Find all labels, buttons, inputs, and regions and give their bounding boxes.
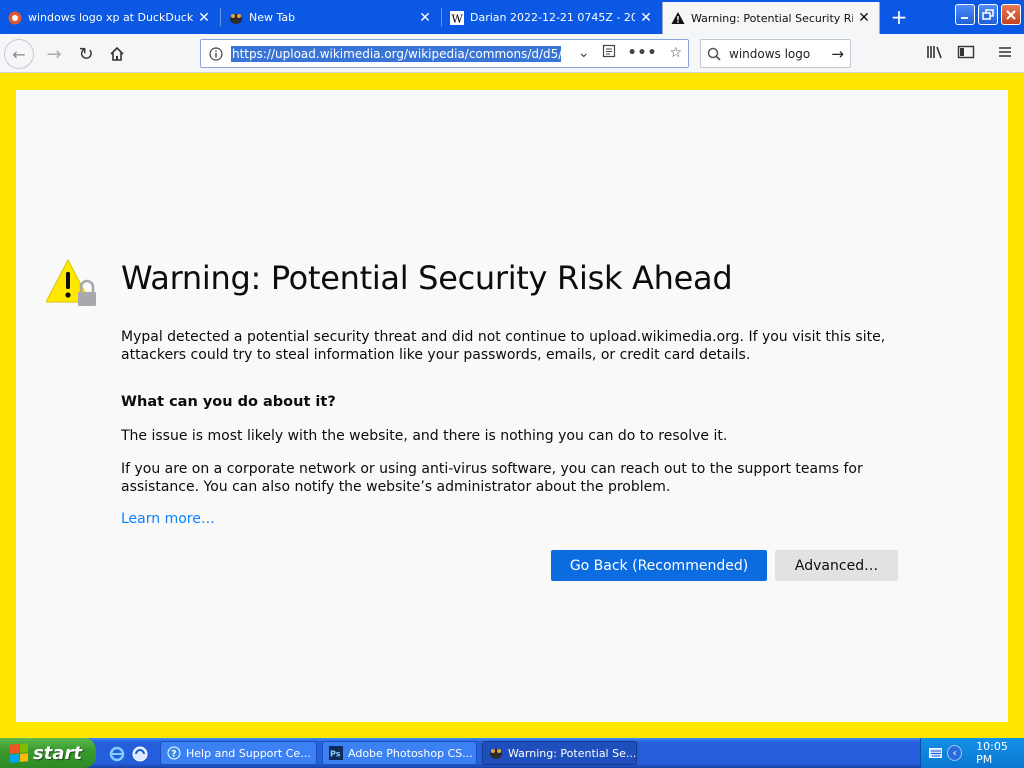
warning-icon xyxy=(671,11,685,25)
new-tab-button[interactable]: + xyxy=(886,5,912,29)
close-icon[interactable]: ✕ xyxy=(418,10,432,26)
support-text: If you are on a corporate network or usi… xyxy=(121,461,863,495)
mypal-icon xyxy=(489,746,503,760)
tab-label: New Tab xyxy=(249,11,296,24)
tab-label: windows logo xp at DuckDuckGo xyxy=(28,11,193,24)
mypal-icon xyxy=(229,11,243,25)
nav-toolbar: ← → ↻ https://upload.wikimedia.org/wikip… xyxy=(0,34,1024,73)
info-icon[interactable] xyxy=(201,46,231,61)
help-icon: ? xyxy=(167,746,181,760)
home-icon xyxy=(110,46,124,61)
error-page: Warning: Potential Security Risk Ahead M… xyxy=(16,90,1008,722)
start-button[interactable]: start xyxy=(0,738,96,768)
task-help-support[interactable]: ? Help and Support Ce... xyxy=(160,741,317,765)
close-icon xyxy=(1006,9,1016,20)
arrow-left-icon: ← xyxy=(12,44,26,64)
page-actions-icon[interactable]: ••• xyxy=(628,45,658,61)
forward-button[interactable]: → xyxy=(40,40,68,68)
svg-text:?: ? xyxy=(171,750,176,760)
tab-label: Darian 2022-12-21 0745Z - 2022 xyxy=(470,11,635,24)
bookmark-star-icon[interactable]: ☆ xyxy=(669,45,682,61)
chevron-left-icon[interactable]: ‹ xyxy=(947,745,963,761)
minimize-button[interactable] xyxy=(955,4,975,25)
search-go-icon[interactable]: → xyxy=(831,45,844,63)
home-button[interactable] xyxy=(103,40,131,68)
tab-security-warning[interactable]: Warning: Potential Security Risk A ✕ xyxy=(662,2,880,34)
svg-text:Ps: Ps xyxy=(330,750,341,759)
reload-icon: ↻ xyxy=(78,43,94,65)
tab-wikipedia[interactable]: W Darian 2022-12-21 0745Z - 2022 ✕ xyxy=(442,3,661,32)
internet-explorer-icon[interactable] xyxy=(108,745,126,763)
reload-button[interactable]: ↻ xyxy=(72,40,100,68)
task-label: Adobe Photoshop CS... xyxy=(348,746,473,760)
intro-text: Mypal detected a potential security thre… xyxy=(121,329,886,363)
chevron-down-icon[interactable]: ⌄ xyxy=(578,45,590,61)
explorer-icon[interactable] xyxy=(131,745,149,763)
warning-lock-icon xyxy=(46,258,96,306)
search-input[interactable]: windows logo xyxy=(729,47,831,61)
photoshop-icon: Ps xyxy=(329,746,343,760)
arrow-right-icon: → xyxy=(46,43,62,65)
search-icon xyxy=(707,47,721,61)
tab-strip: windows logo xp at DuckDuckGo ✕ New Tab … xyxy=(0,0,1024,34)
advanced-button[interactable]: Advanced… xyxy=(775,550,898,581)
keyboard-icon[interactable] xyxy=(929,747,943,759)
go-back-button[interactable]: Go Back (Recommended) xyxy=(551,550,767,581)
taskbar: start ? Help and Support Ce... Ps Adobe … xyxy=(0,738,1024,768)
restore-button[interactable] xyxy=(978,4,998,25)
url-text[interactable]: https://upload.wikimedia.org/wikipedia/c… xyxy=(231,45,561,62)
task-label: Warning: Potential Se... xyxy=(508,746,637,760)
url-actions: ⌄ ••• ☆ xyxy=(578,44,682,62)
tab-new-tab[interactable]: New Tab ✕ xyxy=(221,3,440,32)
back-button[interactable]: ← xyxy=(4,39,34,69)
tab-label: Warning: Potential Security Risk A xyxy=(691,11,853,25)
page-title: Warning: Potential Security Risk Ahead xyxy=(121,259,733,297)
duckduckgo-icon xyxy=(8,11,22,25)
close-window-button[interactable] xyxy=(1001,4,1021,25)
reader-view-icon[interactable] xyxy=(602,44,616,62)
windows-flag-icon xyxy=(10,743,28,763)
wikipedia-icon: W xyxy=(450,10,464,25)
close-icon[interactable]: ✕ xyxy=(197,10,211,26)
issue-text: The issue is most likely with the websit… xyxy=(121,428,728,444)
minimize-icon xyxy=(961,16,968,19)
menu-icon[interactable] xyxy=(995,44,1015,64)
start-label: start xyxy=(33,742,82,764)
close-icon[interactable]: ✕ xyxy=(639,10,653,26)
task-photoshop[interactable]: Ps Adobe Photoshop CS... xyxy=(322,741,477,765)
library-icon[interactable] xyxy=(925,44,945,64)
search-bar[interactable]: windows logo → xyxy=(700,39,851,68)
close-icon[interactable]: ✕ xyxy=(857,10,871,26)
restore-icon xyxy=(982,8,994,20)
tab-duckduckgo[interactable]: windows logo xp at DuckDuckGo ✕ xyxy=(0,3,219,32)
clock[interactable]: 10:05 PM xyxy=(976,740,1024,766)
system-tray: ‹ 10:05 PM xyxy=(920,738,1024,768)
section-heading: What can you do about it? xyxy=(121,394,336,410)
sidebar-icon[interactable] xyxy=(956,44,976,64)
task-label: Help and Support Ce... xyxy=(186,746,311,760)
task-mypal-warning[interactable]: Warning: Potential Se... xyxy=(482,741,637,765)
url-bar[interactable]: https://upload.wikimedia.org/wikipedia/c… xyxy=(200,39,689,68)
learn-more-link[interactable]: Learn more… xyxy=(121,511,215,527)
svg-text:W: W xyxy=(452,12,464,25)
